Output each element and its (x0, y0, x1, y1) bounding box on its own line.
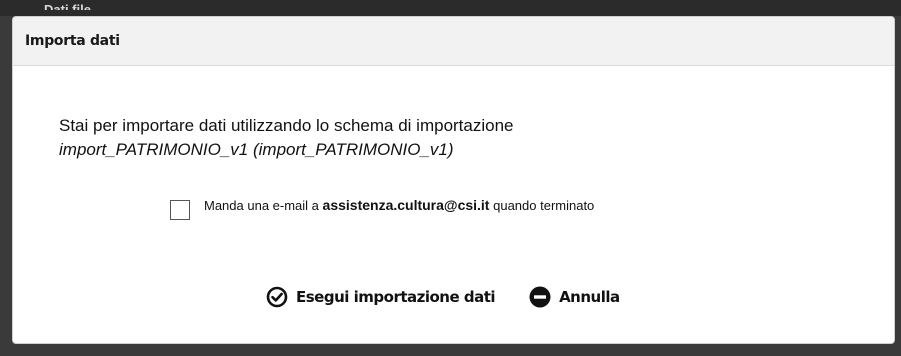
dialog-titlebar: Importa dati (13, 17, 894, 66)
dialog-body: Stai per importare dati utilizzando lo s… (13, 66, 894, 343)
email-prefix: Manda una e-mail a (204, 198, 319, 213)
email-address: assistenza.cultura@csi.it (322, 197, 490, 213)
import-dialog: Importa dati Stai per importare dati uti… (12, 16, 895, 344)
minus-circle-icon (529, 286, 551, 308)
email-notification-option: Manda una e-mail a assistenza.cultura@cs… (170, 197, 594, 220)
dialog-actions: Esegui importazione dati Annulla (266, 286, 620, 308)
run-import-button[interactable]: Esegui importazione dati (266, 286, 496, 308)
background-window-title: Dati file (44, 2, 91, 10)
dialog-title: Importa dati (25, 33, 120, 49)
email-notify-label: Manda una e-mail a assistenza.cultura@cs… (204, 197, 594, 214)
cancel-button[interactable]: Annulla (529, 286, 620, 308)
email-suffix: quando terminato (493, 198, 595, 213)
check-circle-icon (266, 286, 288, 308)
schema-name: import_PATRIMONIO_v1 (import_PATRIMONIO_… (59, 140, 454, 159)
message-text: Stai per importare dati utilizzando lo s… (59, 116, 514, 135)
email-notify-checkbox[interactable] (170, 200, 190, 220)
background-window (0, 0, 901, 16)
run-import-label: Esegui importazione dati (296, 288, 496, 306)
cancel-label: Annulla (559, 288, 620, 306)
import-message: Stai per importare dati utilizzando lo s… (59, 114, 514, 162)
